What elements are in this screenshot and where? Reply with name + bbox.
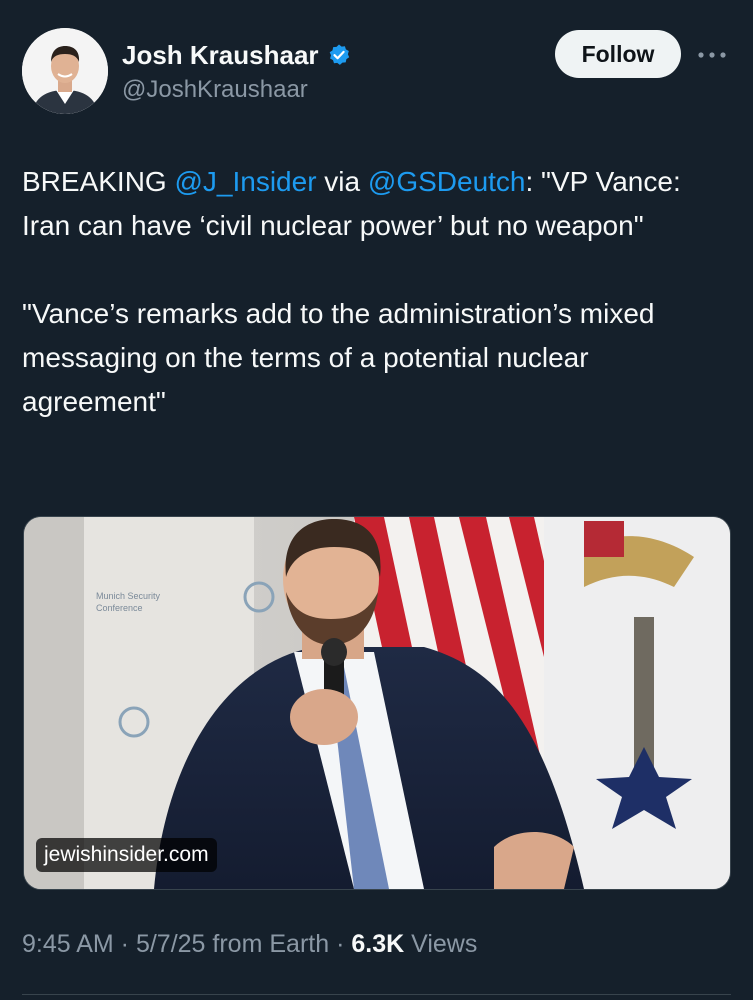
views-count: 6.3K: [351, 930, 405, 958]
tweet-date[interactable]: 5/7/25: [136, 930, 206, 958]
tweet-time[interactable]: 9:45 AM: [22, 930, 114, 958]
media-source-label[interactable]: jewishinsider.com: [36, 838, 217, 872]
display-name-row: Josh Kraushaar: [122, 38, 351, 72]
tweet-text-fragment: BREAKING: [22, 166, 175, 197]
follow-button[interactable]: Follow: [555, 30, 681, 78]
tweet-header: Josh Kraushaar @JoshKraushaar Follow: [22, 28, 732, 116]
meta-separator: ·: [329, 930, 352, 958]
mention-link-gsdeutch[interactable]: @GSDeutch: [368, 166, 526, 197]
more-options-button[interactable]: [694, 40, 730, 70]
tweet-text-fragment: via: [316, 166, 368, 197]
backdrop-text-1: Munich Security: [96, 591, 161, 601]
tweet-paragraph-1: BREAKING @J_Insider via @GSDeutch: "VP V…: [22, 160, 732, 248]
tweet-text: BREAKING @J_Insider via @GSDeutch: "VP V…: [22, 160, 732, 424]
author-block: Josh Kraushaar @JoshKraushaar: [122, 38, 351, 104]
tweet-paragraph-2: "Vance’s remarks add to the administrati…: [22, 298, 655, 417]
meta-separator: ·: [113, 930, 136, 958]
media-photo-image: Munich Security Conference: [24, 517, 730, 889]
views-label: Views: [404, 930, 478, 958]
avatar[interactable]: [22, 28, 108, 114]
verified-badge-icon[interactable]: [327, 43, 351, 67]
tweet-metadata: 9:45 AM · 5/7/25 from Earth · 6.3K Views: [22, 930, 477, 959]
more-dots-icon: [698, 52, 726, 58]
display-name[interactable]: Josh Kraushaar: [122, 40, 319, 71]
mention-link-j-insider[interactable]: @J_Insider: [174, 166, 316, 197]
author-handle[interactable]: @JoshKraushaar: [122, 76, 351, 104]
backdrop-text-2: Conference: [96, 603, 143, 613]
tweet-media-photo[interactable]: Munich Security Conference jewishinsider…: [23, 516, 731, 890]
tweet-source: from Earth: [205, 930, 330, 958]
divider: [22, 994, 731, 995]
avatar-portrait-icon: [22, 28, 108, 114]
